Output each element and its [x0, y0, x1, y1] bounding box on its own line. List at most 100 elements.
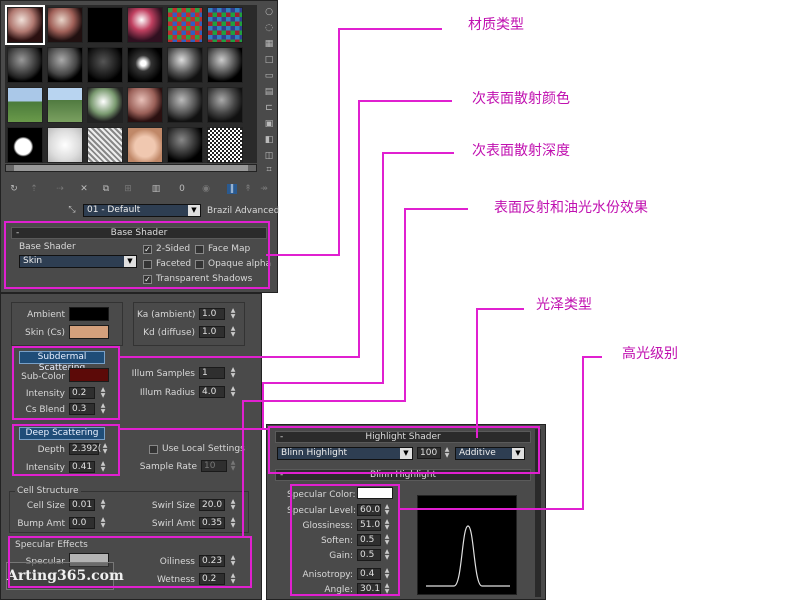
effects-channel-icon[interactable]: 0: [175, 184, 189, 194]
illum-radius-spinner[interactable]: ▲ ▼: [229, 386, 237, 398]
leader-line: [404, 208, 406, 402]
annotation-sss-depth: 次表面散射深度: [472, 143, 570, 159]
ambient-color-swatch[interactable]: [69, 307, 109, 321]
illum-samples-label: Illum Samples: [131, 369, 195, 379]
sample-slot[interactable]: [7, 47, 43, 83]
swirl-size-input[interactable]: 20.0: [199, 499, 225, 511]
sample-slot[interactable]: [47, 7, 83, 43]
swirl-size-label: Swirl Size: [151, 501, 195, 511]
sample-slot[interactable]: [167, 87, 203, 123]
reset-icon[interactable]: ✕: [79, 184, 89, 194]
sphere-icon[interactable]: ○: [264, 7, 274, 17]
leader-line: [382, 152, 454, 154]
kd-label: Kd (diffuse): [143, 328, 195, 338]
material-navigator-icon[interactable]: ⌗: [264, 165, 274, 175]
sample-slot[interactable]: [127, 7, 163, 43]
kd-spinner[interactable]: ▲ ▼: [229, 326, 237, 338]
cell-structure-title: Cell Structure: [15, 486, 81, 496]
side-toolbar: ○ ◌ ▦ □ ▭ ▤ ⊏ ▣ ◧ ◫ ⌗: [261, 5, 277, 175]
box-icon[interactable]: □: [264, 55, 274, 65]
illum-samples-spinner[interactable]: ▲ ▼: [229, 367, 237, 379]
put-to-scene-icon[interactable]: ⇡: [29, 184, 39, 194]
sample-slot[interactable]: [207, 127, 243, 163]
sample-slot[interactable]: [47, 127, 83, 163]
sample-slot[interactable]: [47, 87, 83, 123]
annotation-material-type: 材质类型: [468, 17, 524, 33]
video-check-icon[interactable]: ⊏: [264, 103, 274, 113]
bump-input[interactable]: 0.0: [69, 517, 95, 529]
show-map-icon[interactable]: ◉: [201, 184, 211, 194]
sample-slot[interactable]: [167, 47, 203, 83]
leader-line: [404, 208, 468, 210]
swirl-amt-label: Swirl Amt: [151, 519, 195, 529]
pick-material-icon[interactable]: ⤡: [67, 205, 77, 215]
go-parent-icon[interactable]: ↟: [243, 184, 253, 194]
material-name-field[interactable]: 01 - Default ▼: [83, 204, 201, 217]
sample-rate-spinner[interactable]: ▲ ▼: [229, 460, 237, 472]
ka-spinner[interactable]: ▲ ▼: [229, 308, 237, 320]
ambient-label: Ambient: [27, 310, 65, 320]
swirl-amt-spinner[interactable]: ▲ ▼: [229, 517, 237, 529]
put-library-icon[interactable]: ▥: [151, 184, 161, 194]
sample-slots: [5, 5, 257, 163]
unique-icon[interactable]: ⊞: [123, 184, 133, 194]
leader-line: [382, 152, 384, 384]
sample-slot[interactable]: [87, 47, 123, 83]
ka-input[interactable]: 1.0: [199, 308, 225, 320]
subdermal-highlight-box: [12, 346, 120, 420]
sample-slot[interactable]: [167, 127, 203, 163]
highlight-curve-graph: [417, 495, 517, 595]
use-local-settings-checkbox[interactable]: [149, 445, 158, 454]
sample-slot[interactable]: [167, 7, 203, 43]
checker-icon[interactable]: ▦: [264, 39, 274, 49]
slots-scrollbar[interactable]: [5, 164, 257, 172]
leader-line: [120, 428, 270, 430]
sample-slot[interactable]: [207, 7, 243, 43]
sample-slot[interactable]: [127, 47, 163, 83]
sample-rate-input[interactable]: 10: [201, 460, 227, 472]
make-preview-icon[interactable]: ▣: [264, 119, 274, 129]
swirl-size-spinner[interactable]: ▲ ▼: [229, 499, 237, 511]
show-end-result-icon[interactable]: ‖: [227, 184, 237, 194]
use-local-settings-label: Use Local Settings: [162, 444, 245, 454]
sample-slot[interactable]: [47, 47, 83, 83]
cell-size-input[interactable]: 0.01: [69, 499, 95, 511]
illum-radius-input[interactable]: 4.0: [199, 386, 225, 398]
sample-slot[interactable]: [207, 87, 243, 123]
material-type-button[interactable]: Brazil Advanced: [207, 206, 279, 216]
leader-line: [120, 356, 360, 358]
assign-icon[interactable]: ⇢: [55, 184, 65, 194]
sample-slot[interactable]: [5, 5, 45, 45]
skin-color-swatch[interactable]: [69, 325, 109, 339]
swirl-amt-input[interactable]: 0.35: [199, 517, 225, 529]
chevron-down-icon[interactable]: ▼: [188, 205, 200, 216]
leader-line: [242, 400, 406, 402]
options-icon[interactable]: ◧: [264, 135, 274, 145]
sample-slot[interactable]: [127, 127, 163, 163]
sample-uv-icon[interactable]: ▤: [264, 87, 274, 97]
leader-line: [358, 100, 452, 102]
leader-line: [582, 356, 602, 358]
sample-slot[interactable]: [127, 87, 163, 123]
sample-slot[interactable]: [87, 127, 123, 163]
bump-label: Bump Amt: [17, 519, 65, 529]
sample-rate-label: Sample Rate: [139, 462, 197, 472]
bump-spinner[interactable]: ▲ ▼: [99, 517, 107, 529]
background-icon[interactable]: ▭: [264, 71, 274, 81]
cylinder-icon[interactable]: ◌: [264, 23, 274, 33]
kd-input[interactable]: 1.0: [199, 326, 225, 338]
sample-slot[interactable]: [87, 7, 123, 43]
copy-icon[interactable]: ⧉: [101, 184, 111, 194]
cell-size-spinner[interactable]: ▲ ▼: [99, 499, 107, 511]
go-sibling-icon[interactable]: ↠: [259, 184, 269, 194]
select-by-material-icon[interactable]: ◫: [264, 151, 274, 161]
sample-slot[interactable]: [7, 127, 43, 163]
get-material-icon[interactable]: ↻: [9, 184, 19, 194]
sample-slot[interactable]: [7, 87, 43, 123]
sample-slot[interactable]: [87, 87, 123, 123]
illum-samples-input[interactable]: 1: [199, 367, 225, 379]
skin-label: Skin (Cs): [25, 328, 65, 338]
leader-line: [338, 28, 442, 30]
material-name: 01 - Default: [87, 205, 141, 215]
sample-slot[interactable]: [207, 47, 243, 83]
